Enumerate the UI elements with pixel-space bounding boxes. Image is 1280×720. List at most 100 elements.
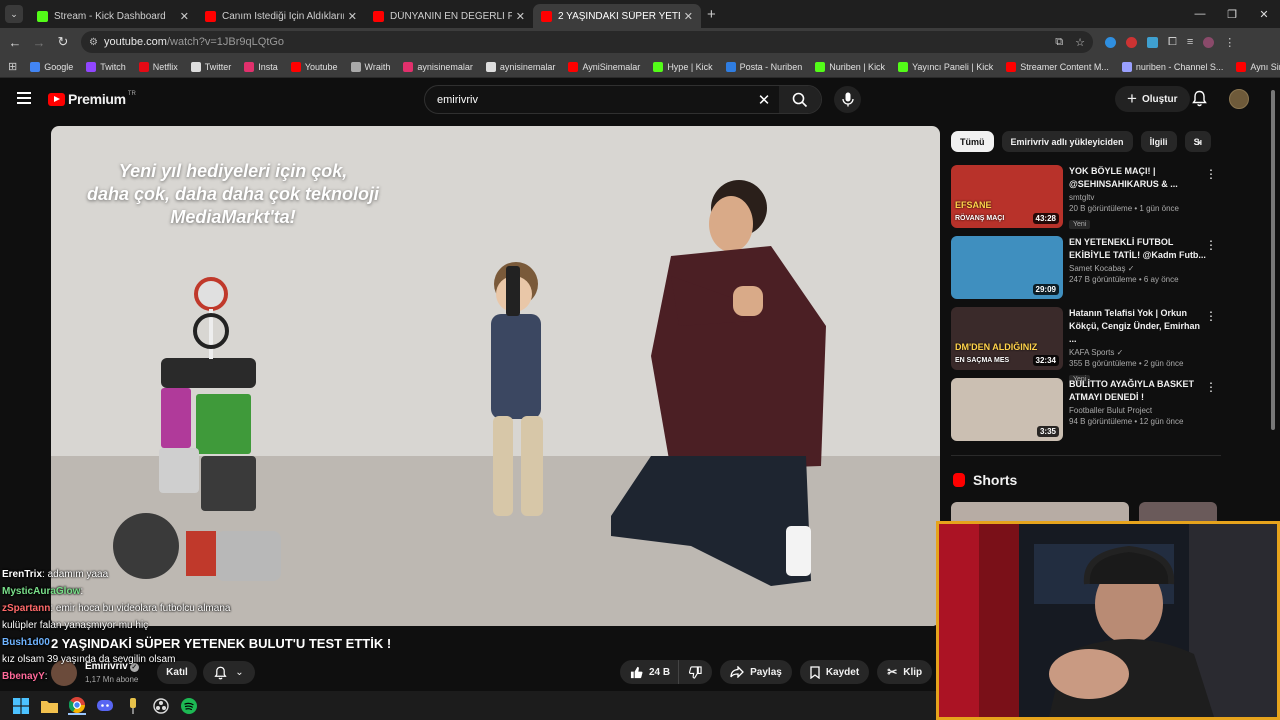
video-title[interactable]: EN YETENEKLİ FUTBOL EKİBİYLE TATİL! @Kad… [1069, 236, 1209, 262]
browser-tab[interactable]: 2 YAŞINDAKİ SÜPER YETENEK B ✕ [533, 4, 701, 28]
video-title[interactable]: BULİTTO AYAĞIYLA BASKET ATMAYI DENEDİ ! [1069, 378, 1209, 404]
tab-close-icon[interactable]: ✕ [348, 10, 357, 23]
bookmark-item[interactable]: Google [30, 61, 73, 72]
recommended-video[interactable]: EFSANE RÖVANŞ MAÇI 43:28 YOK BÖYLE MAÇI! | … [951, 165, 1221, 236]
notifications-button[interactable] [1192, 90, 1207, 112]
reload-icon[interactable]: ↻ [51, 34, 75, 50]
video-title[interactable]: YOK BÖYLE MAÇI! | @SEHINSAHIKARUS & ... [1069, 165, 1209, 191]
browser-tab[interactable]: Stream - Kick Dashboard ✕ [29, 4, 197, 28]
minimize-icon[interactable]: — [1184, 0, 1216, 28]
more-vertical-icon[interactable]: ⋮ [1205, 167, 1217, 181]
filter-chip[interactable]: İlgili [1140, 131, 1177, 152]
dislike-button[interactable] [678, 660, 713, 684]
bookmark-favicon-icon [485, 61, 496, 72]
logo-country: TR [127, 91, 136, 97]
channel-name[interactable]: KAFA Sports ✓ [1069, 348, 1209, 357]
file-explorer-icon[interactable] [40, 697, 58, 715]
bookmark-item[interactable]: Wraith [350, 61, 390, 72]
back-icon[interactable]: ← [3, 35, 27, 50]
bookmark-item[interactable]: aynisinemalar [485, 61, 555, 72]
video-thumbnail[interactable]: 3:35 [951, 378, 1063, 441]
bookmark-item[interactable]: AyniSinemalar [568, 61, 640, 72]
youtube-logo[interactable]: Premium TR [48, 91, 136, 107]
bookmark-item[interactable]: Streamer Content M... [1006, 61, 1109, 72]
save-button[interactable]: Kaydet [799, 660, 870, 684]
bookmark-item[interactable]: aynisinemalar [403, 61, 473, 72]
search-button[interactable] [779, 86, 821, 113]
new-tab-button[interactable]: + [707, 6, 716, 23]
channel-name[interactable]: smtgltv [1069, 193, 1209, 202]
extension-icon[interactable] [1126, 36, 1137, 48]
video-thumbnail[interactable]: EFSANE RÖVANŞ MAÇI 43:28 [951, 165, 1063, 228]
bookmark-label: Netflix [152, 61, 178, 72]
bookmark-star-icon[interactable]: ☆ [1075, 36, 1085, 49]
app-icon[interactable] [124, 697, 142, 715]
site-info-icon[interactable]: ⚙ [89, 37, 98, 48]
bookmark-item[interactable]: Insta [244, 61, 278, 72]
video-thumbnail[interactable]: DM'DEN ALDIĞINIZ EN SAÇMA MES 32:34 [951, 307, 1063, 370]
filter-chip[interactable]: Emirivriv adlı yükleyiciden [1001, 131, 1133, 152]
restore-icon[interactable]: ❐ [1216, 0, 1248, 28]
channel-name[interactable]: Samet Kocabaş ✓ [1069, 264, 1209, 273]
menu-kebab-icon[interactable]: ⋮ [1224, 36, 1235, 49]
page-scrollbar[interactable] [1270, 86, 1276, 516]
create-button[interactable]: + Oluştur [1115, 86, 1190, 112]
apps-grid-icon[interactable]: ⊞ [8, 60, 17, 73]
recommended-video[interactable]: 29:09 EN YETENEKLİ FUTBOL EKİBİYLE TATİL!… [951, 236, 1221, 307]
tab-search-button[interactable]: ⌄ [5, 5, 23, 23]
profile-icon[interactable] [1203, 36, 1215, 48]
extension-icon[interactable] [1105, 36, 1116, 48]
obs-icon[interactable] [152, 697, 170, 715]
browser-tab[interactable]: DÜNYANIN EN DEĞERLİ PASPA ✕ [365, 4, 533, 28]
tab-close-icon[interactable]: ✕ [180, 10, 189, 23]
more-vertical-icon[interactable]: ⋮ [1205, 380, 1217, 394]
search-input[interactable]: emirivriv [437, 94, 749, 106]
bookmark-item[interactable]: Hype | Kick [653, 61, 713, 72]
search-box[interactable]: emirivriv ✕ [424, 85, 822, 114]
bookmark-item[interactable]: Yayıncı Paneli | Kick [898, 61, 993, 72]
account-avatar[interactable] [1229, 89, 1249, 109]
channel-name[interactable]: Footballer Bulut Project [1069, 406, 1209, 415]
discord-icon[interactable] [96, 697, 114, 715]
bookmark-label: Nuriben | Kick [829, 61, 886, 72]
reading-list-icon[interactable]: ≡ [1187, 36, 1193, 48]
chevron-right-icon[interactable]: › [1197, 135, 1201, 149]
hamburger-menu-icon[interactable] [17, 92, 31, 107]
bookmark-item[interactable]: Youtube [290, 61, 338, 72]
voice-search-button[interactable] [834, 86, 861, 113]
clip-button[interactable]: ✂ Klip [877, 660, 933, 684]
forward-icon[interactable]: → [27, 35, 51, 50]
recommended-video[interactable]: DM'DEN ALDIĞINIZ EN SAÇMA MES 32:34 Hatanın… [951, 307, 1221, 384]
bookmark-label: Aynı Sinemalar - Ça... [1250, 61, 1280, 72]
puzzle-icon[interactable]: ⧠ [1168, 36, 1177, 49]
video-title[interactable]: Hatanın Telafisi Yok | Orkun Kökçü, Ceng… [1069, 307, 1209, 346]
like-button[interactable]: 24 B [620, 660, 679, 684]
close-icon[interactable]: ✕ [1248, 0, 1280, 28]
share-button[interactable]: Paylaş [720, 660, 792, 684]
tab-close-icon[interactable]: ✕ [516, 10, 525, 23]
bookmark-item[interactable]: Twitch [86, 61, 126, 72]
filter-chip[interactable]: Tümü [951, 131, 994, 152]
install-icon[interactable]: ⧉ [1055, 36, 1063, 49]
bookmark-item[interactable]: Nuriben | Kick [815, 61, 886, 72]
chrome-icon[interactable] [68, 696, 86, 715]
browser-tab[interactable]: Canım İstediği İçin Aldıklarım! T ✕ [197, 4, 365, 28]
scrollbar-thumb[interactable] [1271, 90, 1275, 430]
recommended-video[interactable]: 3:35 BULİTTO AYAĞIYLA BASKET ATMAYI DENED… [951, 378, 1221, 449]
more-vertical-icon[interactable]: ⋮ [1205, 238, 1217, 252]
clear-search-icon[interactable]: ✕ [749, 91, 779, 109]
windows-start-icon[interactable] [12, 697, 30, 715]
video-duration: 43:28 [1032, 213, 1059, 224]
spotify-icon[interactable] [180, 697, 198, 715]
bookmark-item[interactable]: Netflix [138, 61, 178, 72]
tab-close-icon[interactable]: ✕ [684, 10, 693, 23]
bookmark-item[interactable]: Aynı Sinemalar - Ça... [1236, 61, 1280, 72]
more-vertical-icon[interactable]: ⋮ [1205, 309, 1217, 323]
bookmark-item[interactable]: Posta - Nuriben [725, 61, 802, 72]
address-bar[interactable]: ⚙ youtube.com/watch?v=1JBr9qLQtGo ⧉ ☆ [81, 31, 1093, 53]
bookmark-item[interactable]: nuriben - Channel S... [1121, 61, 1223, 72]
bookmark-item[interactable]: Twitter [190, 61, 231, 72]
video-thumbnail[interactable]: 29:09 [951, 236, 1063, 299]
video-player[interactable]: Yeni yıl hediyeleri için çok, daha çok, … [51, 126, 940, 626]
extension-icon[interactable] [1147, 36, 1158, 48]
